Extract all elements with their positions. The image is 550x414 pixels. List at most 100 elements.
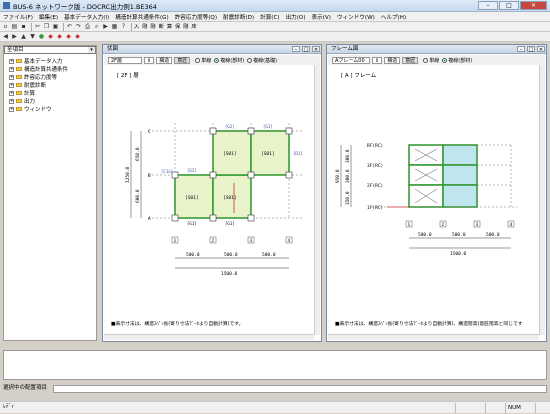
tree-item-window[interactable]: + ウィンドウ <box>9 105 52 113</box>
tree-item-seismic[interactable]: + 耐震診断 <box>9 81 46 89</box>
app-icon <box>3 2 10 9</box>
radio-single-line[interactable] <box>195 57 201 63</box>
menu-edit[interactable]: 編集(E) <box>36 13 61 21</box>
info-field[interactable] <box>53 385 547 393</box>
menu-view[interactable]: 表示(V) <box>309 13 334 21</box>
toolbar-floor-button[interactable]: 床 <box>191 23 196 30</box>
expand-icon[interactable]: + <box>9 90 14 96</box>
expand-icon[interactable]: + <box>9 74 14 80</box>
toolbar-input-button[interactable]: 入 <box>134 23 139 30</box>
total-span-value: 1500.0 <box>450 251 467 257</box>
menu-output[interactable]: 出力(O) <box>283 13 309 21</box>
radio-double-foundation[interactable] <box>247 57 253 63</box>
pin-icon[interactable]: ● <box>38 33 45 40</box>
menu-basic-input[interactable]: 基本データ入力(I) <box>61 13 112 21</box>
plan-minimize-button[interactable]: – <box>292 46 300 53</box>
chevron-down-icon[interactable]: ▾ <box>88 47 95 53</box>
expand-icon[interactable]: + <box>9 106 14 112</box>
frame-minimize-button[interactable]: – <box>517 46 525 53</box>
plan-vertical-scrollbar[interactable] <box>314 65 320 335</box>
undo-icon[interactable]: ↶ <box>66 23 73 30</box>
column <box>209 214 217 222</box>
tree-item-calc[interactable]: + 計算 <box>9 89 35 97</box>
menu-help[interactable]: ヘルプ(H) <box>378 13 409 21</box>
minimize-button[interactable]: – <box>478 1 498 10</box>
marker3-icon[interactable]: ◆ <box>65 33 72 40</box>
tab-design[interactable]: 意匠 <box>402 56 419 64</box>
tree-item-common-conditions[interactable]: + 構造計算共通条件 <box>9 65 68 73</box>
expand-icon[interactable]: + <box>9 98 14 104</box>
message-area[interactable] <box>3 350 547 380</box>
help-icon[interactable]: ? <box>120 23 127 30</box>
cut-icon[interactable]: ✂ <box>34 23 41 30</box>
frame-bay <box>442 144 478 166</box>
frame-horizontal-scrollbar[interactable] <box>328 334 539 340</box>
frame-window[interactable]: フレーム図 – □ ✕ Aフレーム00 ⇕ 構造 意匠 単線 複線(部材) [ … <box>326 44 547 342</box>
arrow-up-icon[interactable]: ▲ <box>20 33 27 40</box>
floor-label: 2F(RC) <box>367 183 383 189</box>
project-tree[interactable]: 全項目 ▾ + 基本データ入力 + 構造計算共通条件 + 許容応力度等 + 耐震診断 +… <box>3 45 97 341</box>
floor-label: RF(RC) <box>367 143 383 149</box>
tab-structure[interactable]: 構造 <box>156 56 173 64</box>
arrow-right-icon[interactable]: ▶ <box>11 33 18 40</box>
axis-label-x: 4 <box>510 222 513 228</box>
toolbar-rigid3-button[interactable]: 剛 <box>183 23 188 30</box>
tree-filter-select[interactable]: 全項目 ▾ <box>4 46 96 54</box>
redo-icon[interactable]: ↷ <box>75 23 82 30</box>
menu-window[interactable]: ウィンドウ(W) <box>334 13 378 21</box>
tree-item-allowable-stress[interactable]: + 許容応力度等 <box>9 73 57 81</box>
toolbar-section-button[interactable]: 断 <box>159 23 164 30</box>
expand-icon[interactable]: + <box>9 82 14 88</box>
select-icon[interactable]: ▶ <box>102 23 109 30</box>
marker-icon[interactable]: ◆ <box>47 33 54 40</box>
plan-maximize-button[interactable]: □ <box>302 46 310 53</box>
tab-design[interactable]: 意匠 <box>174 56 191 64</box>
expand-icon[interactable]: + <box>9 58 14 64</box>
marker2-icon[interactable]: ◆ <box>56 33 63 40</box>
radio-double-member[interactable] <box>214 57 220 63</box>
toolbar-rigid-button[interactable]: 剛 <box>142 23 147 30</box>
tree-item-basic-input[interactable]: + 基本データ入力 <box>9 57 63 65</box>
menu-common-conditions[interactable]: 構造計算共通条件(G) <box>112 13 171 21</box>
tree-item-output[interactable]: + 出力 <box>9 97 35 105</box>
menu-allowable-stress[interactable]: 許容応力度等(Q) <box>172 13 220 21</box>
grid-icon[interactable]: ▦ <box>111 23 118 30</box>
frame-select[interactable]: Aフレーム00 <box>332 56 370 64</box>
maximize-button[interactable]: □ <box>499 1 519 10</box>
marker4-icon[interactable]: ◆ <box>74 33 81 40</box>
radio-single-line[interactable] <box>423 57 429 63</box>
menu-seismic[interactable]: 耐震診断(D) <box>220 13 257 21</box>
toolbar-calc-button[interactable]: 算 <box>167 23 172 30</box>
copy-icon[interactable]: ❐ <box>43 23 50 30</box>
save-icon[interactable]: ▪ <box>20 23 27 30</box>
floor-label: 1F(RC) <box>367 205 383 211</box>
axis-label-x: 3 <box>250 238 253 244</box>
arrow-down-icon[interactable]: ▼ <box>29 33 36 40</box>
new-file-icon[interactable]: ▫ <box>2 23 9 30</box>
close-button[interactable]: ✕ <box>520 1 547 10</box>
plan-horizontal-scrollbar[interactable] <box>104 334 314 340</box>
column <box>209 127 217 135</box>
menu-calc[interactable]: 計算(C) <box>257 13 282 21</box>
toolbar-retain-button[interactable]: 保 <box>175 23 180 30</box>
floor-select[interactable]: 2F層 <box>108 56 142 64</box>
expand-icon[interactable]: + <box>9 66 14 72</box>
menu-file[interactable]: ファイル(F) <box>0 13 36 21</box>
paste-icon[interactable]: ▣ <box>52 23 59 30</box>
frame-drawing[interactable]: RF(RC) 3F(RC) 2F(RC) 1F(RC) 1 2 3 4 500.… <box>327 83 539 315</box>
frame-close-button[interactable]: ✕ <box>537 46 545 53</box>
plan-close-button[interactable]: ✕ <box>312 46 320 53</box>
frame-spinner[interactable]: ⇕ <box>372 56 383 64</box>
radio-double-member[interactable] <box>442 57 448 63</box>
plan-window[interactable]: 伏図 – □ ✕ 2F層 ⇕ 構造 意匠 単線 複線(部材) 複線(基礎) [ … <box>102 44 322 342</box>
zoom-icon[interactable]: ⌕ <box>93 23 100 30</box>
open-folder-icon[interactable]: ▤ <box>11 23 18 30</box>
tab-structure[interactable]: 構造 <box>384 56 401 64</box>
arrow-left-icon[interactable]: ◀ <box>2 33 9 40</box>
floor-spinner[interactable]: ⇕ <box>144 56 155 64</box>
plan-drawing[interactable]: [S01] [S01] [S01] [S01] [G2] [G2] [G1] [… <box>103 83 313 315</box>
frame-vertical-scrollbar[interactable] <box>539 65 545 335</box>
frame-maximize-button[interactable]: □ <box>527 46 535 53</box>
print-icon[interactable]: ⎙ <box>84 23 91 30</box>
toolbar-rigid2-button[interactable]: 剛 <box>150 23 155 30</box>
